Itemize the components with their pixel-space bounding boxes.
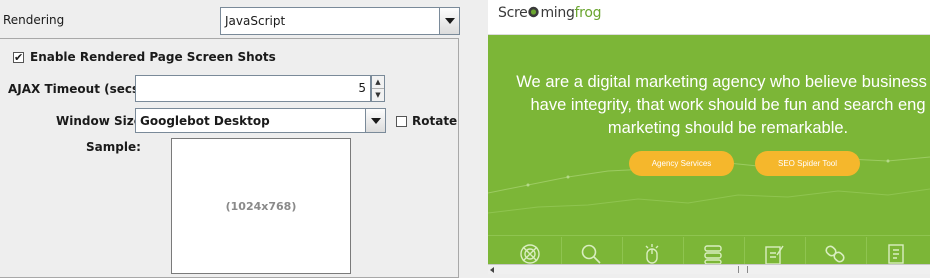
window-size-value: Googlebot Desktop (140, 113, 270, 128)
enable-screenshots-label: Enable Rendered Page Screen Shots (30, 50, 276, 64)
enable-screenshots-checkbox[interactable]: ✔ (13, 52, 24, 63)
ajax-timeout-stepper[interactable]: ▲ ▼ (371, 75, 385, 102)
window-size-label: Window Size: (56, 114, 147, 128)
chevron-down-icon[interactable] (365, 109, 385, 132)
service-tile[interactable] (866, 237, 927, 264)
services-icon-row (488, 235, 930, 264)
rotate-checkbox[interactable] (396, 116, 407, 127)
hero-tagline: We are a digital marketing agency who be… (516, 73, 930, 137)
sample-label: Sample: (86, 140, 141, 154)
sample-dimensions: (1024x768) (225, 199, 297, 213)
hero-section: We are a digital marketing agency who be… (488, 35, 930, 264)
service-tile[interactable] (561, 237, 623, 264)
rendering-settings-panel: Rendering JavaScript ✔ Enable Rendered P… (0, 0, 470, 278)
scroll-left-icon[interactable] (490, 267, 494, 273)
window-size-dropdown[interactable]: Googlebot Desktop (135, 108, 386, 133)
service-tile[interactable] (744, 237, 806, 264)
seo-spider-tool-button[interactable]: SEO Spider Tool (755, 151, 860, 176)
ajax-timeout-label: AJAX Timeout (secs): (8, 82, 150, 96)
rendering-mode-dropdown[interactable]: JavaScript (220, 7, 460, 35)
service-tile[interactable] (622, 237, 684, 264)
decrement-icon[interactable]: ▼ (372, 88, 384, 101)
scroll-thumb[interactable] (738, 266, 748, 273)
service-tile[interactable] (500, 237, 562, 264)
magnifier-icon (581, 244, 601, 264)
rendering-mode-value: JavaScript (225, 14, 286, 28)
stack-icon (704, 245, 722, 264)
link-chain-icon (825, 245, 845, 263)
mouse-pointer-icon (645, 244, 659, 264)
site-header: Scre mingfrog (488, 0, 930, 35)
target-icon (520, 244, 540, 264)
rotate-label: Rotate (412, 114, 458, 128)
rendering-label: Rendering (3, 13, 65, 27)
sample-preview-box: (1024x768) (171, 138, 351, 274)
service-tile[interactable] (683, 237, 745, 264)
ajax-timeout-input[interactable]: 5 (135, 75, 371, 102)
screaming-frog-logo: Scre mingfrog (498, 5, 602, 21)
rendered-page-preview: Scre mingfrog We are a digital marketing … (488, 0, 930, 274)
panel-splitter[interactable] (470, 0, 488, 274)
frog-logo-icon (528, 6, 540, 18)
document-pencil-icon (765, 245, 784, 264)
chevron-down-icon[interactable] (439, 8, 459, 34)
report-icon (888, 244, 904, 264)
agency-services-button[interactable]: Agency Services (629, 151, 734, 176)
increment-icon[interactable]: ▲ (372, 76, 384, 88)
horizontal-scrollbar[interactable] (488, 264, 930, 274)
service-tile[interactable] (805, 237, 867, 264)
